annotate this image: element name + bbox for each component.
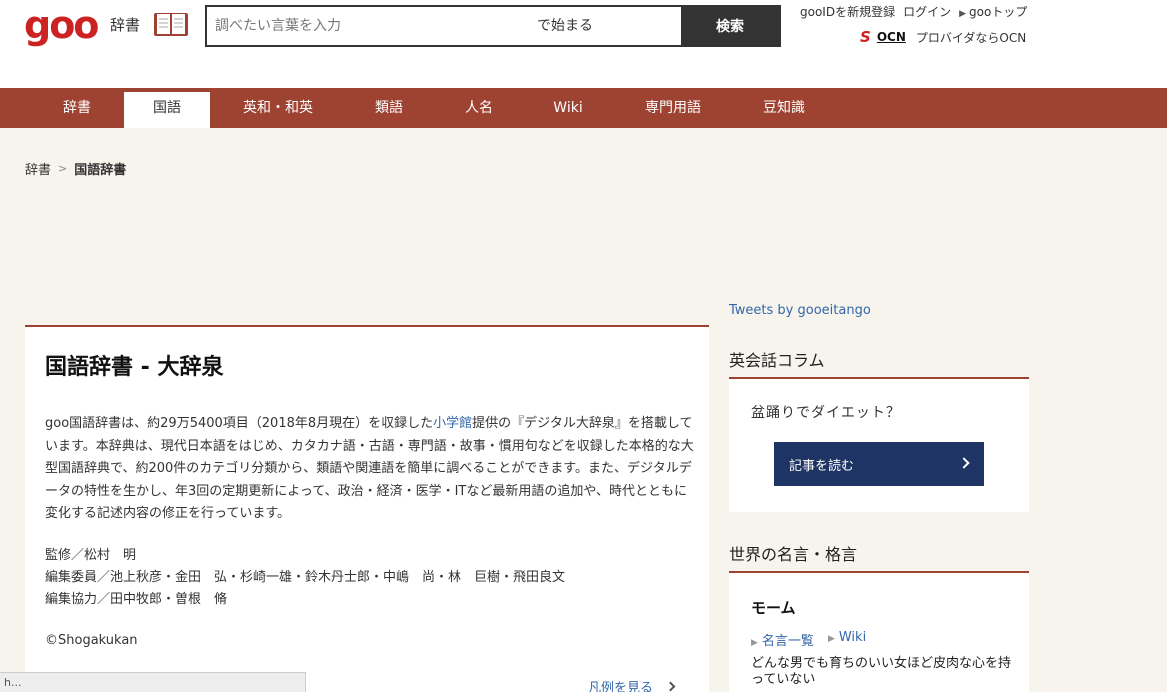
logo-text: goo [24,3,99,47]
column-heading: 英会話コラム [729,351,825,370]
breadcrumb-root[interactable]: 辞書 [25,159,51,178]
triangle-right-icon: ▶ [827,634,835,644]
shogakukan-link[interactable]: 小学館 [433,416,472,431]
search-button[interactable]: 検索 [681,7,779,45]
header-links: gooIDを新規登録 ログイン ▶ gooトップ [800,3,1027,20]
legend-link-label: 凡例を見る [588,681,654,692]
breadcrumb-current: 国語辞書 [74,163,127,178]
tab-jinmei[interactable]: 人名 [436,92,522,124]
quotes-heading: 世界の名言・格言 [729,545,858,564]
quote-author: モーム [751,599,796,617]
ocn-logo-word: OCN [876,30,906,44]
quotes-card: モーム ▶ 名言一覧 ▶ Wiki どんな男でも育ちのいい女ほど皮肉な心を持っていな… [729,571,1029,692]
main-nav: 辞書 国語 英和・和英 類語 人名 Wiki 専門用語 豆知識 [0,88,1167,128]
intro-description: goo国語辞書は、約29万5400項目（2018年8月現在）を収録した小学館提供… [45,413,695,526]
quote-text: どんな男でも育ちのいい女ほど皮肉な心を持っていない [751,656,1012,687]
quote-list-link[interactable]: ▶ 名言一覧 [751,630,814,649]
breadcrumb: 辞書 > 国語辞書 [25,159,126,178]
legend-link[interactable]: 凡例を見る [588,677,676,692]
tab-senmon-yougo[interactable]: 専門用語 [622,92,724,124]
read-article-label: 記事を読む [789,458,855,474]
page-title: 国語辞書 - 大辞泉 [45,355,224,380]
search-mode-select[interactable]: で始まる [537,7,681,45]
goo-top-label: gooトップ [969,5,1028,19]
search-box: で始まる 検索 [205,5,781,47]
ocn-text: プロバイダならOCN [915,30,1027,45]
book-icon [154,13,188,36]
ocn-banner[interactable]: S OCN プロバイダならOCN [860,28,1026,46]
chevron-right-icon [665,681,676,692]
tab-jisho[interactable]: 辞書 [28,92,126,124]
credit-supervisor: 監修／松村 明 [45,548,137,563]
login-link[interactable]: ログイン [903,3,951,20]
desc-before: goo国語辞書は、約29万5400項目（2018年8月現在）を収録した [45,416,434,431]
tab-ruigo[interactable]: 類語 [346,92,432,124]
credits: 監修／松村 明 編集委員／池上秋彦・金田 弘・杉崎一雄・鈴木丹士郎・中嶋 尚・林… [45,545,565,611]
triangle-right-icon: ▶ [751,638,758,648]
quote-list-label: 名言一覧 [761,634,814,649]
tab-wiki[interactable]: Wiki [525,92,611,124]
browser-status-bar: h... [0,672,306,692]
quote-wiki-link[interactable]: ▶ Wiki [828,630,866,649]
credit-editors: 編集委員／池上秋彦・金田 弘・杉崎一雄・鈴木丹士郎・中嶋 尚・林 巨樹・飛田良文 [45,570,566,585]
chevron-right-icon [958,457,970,469]
credit-cooperation: 編集協力／田中牧郎・曽根 脩 [45,592,228,607]
dictionary-label[interactable]: 辞書 [110,14,140,35]
quote-wiki-label: Wiki [838,630,867,645]
read-article-button[interactable]: 記事を読む [774,442,984,486]
desc-after: 提供の『デジタル大辞泉』を搭載しています。本辞典は、現代日本語をはじめ、カタカナ… [45,416,694,521]
goo-top-link[interactable]: ▶ gooトップ [959,3,1027,20]
column-question[interactable]: 盆踊りでダイエット？ [751,402,901,422]
column-card: 盆踊りでダイエット？ 記事を読む [729,377,1029,512]
copyright: ©Shogakukan [45,633,138,648]
tab-kokugo[interactable]: 国語 [124,92,210,128]
dictionary-intro-card: 国語辞書 - 大辞泉 goo国語辞書は、約29万5400項目（2018年8月現在… [25,325,709,692]
goo-logo[interactable]: goo [24,3,99,47]
site-header: goo 辞書 で始まる 検索 gooIDを新規登録 ログイン ▶gooトップ S… [0,0,1167,88]
tab-mamechishiki[interactable]: 豆知識 [740,92,828,124]
tab-eiwa-waei[interactable]: 英和・和英 [222,92,334,124]
chevron-right-icon: > [58,162,68,175]
ocn-logo-mark: S [860,28,871,46]
tweets-link[interactable]: Tweets by gooeitango [729,303,871,318]
search-input[interactable] [207,7,537,45]
register-link[interactable]: gooIDを新規登録 [800,3,895,20]
triangle-right-icon: ▶ [959,9,967,19]
quote-links: ▶ 名言一覧 ▶ Wiki [751,630,866,649]
